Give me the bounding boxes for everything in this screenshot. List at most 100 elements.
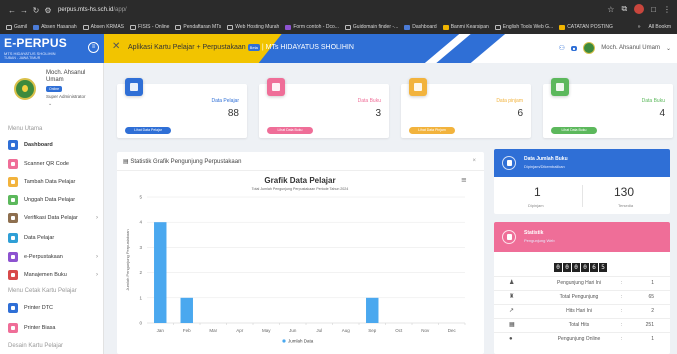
bar-feb: [180, 297, 193, 323]
y-tick-label: 5: [139, 195, 142, 200]
sidebar-item-dashboard[interactable]: Dashboard: [8, 139, 100, 151]
window-icon[interactable]: □: [651, 5, 656, 14]
bookmark-star-icon[interactable]: ☆: [607, 5, 614, 14]
bookmark-item[interactable]: FISIS - Online: [130, 24, 169, 30]
stat-card-data-buku: Data Buku 3 Lihat Data Buku: [259, 78, 389, 138]
bookmark-icon: [6, 24, 12, 30]
stat-card-data-buku-2: Data Buku 4 Lihat Data Buku: [543, 78, 673, 138]
sidebar-item-verifikasi-data-pelajar[interactable]: Verifikasi Data Pelajar ›: [8, 212, 100, 224]
sidebar-item-label: Scanner QR Code: [24, 161, 69, 167]
bookmark-item[interactable]: Dashboard: [404, 24, 437, 30]
sidebar-item-unggah-data-pelajar[interactable]: Unggah Data Pelajar: [8, 194, 100, 206]
dipinjam-value: 1: [534, 185, 541, 199]
close-icon[interactable]: ✕: [112, 41, 120, 52]
chevron-down-icon[interactable]: ⌄: [48, 101, 52, 107]
x-tick-label: Oct: [395, 328, 403, 333]
stat-row-label: Total Hits: [568, 321, 590, 328]
sidebar-item-e-perpustakaan[interactable]: e-Perpustakaan ›: [8, 251, 100, 263]
url-host: perpus.mts-hs.sch.id: [58, 7, 114, 13]
sidebar-item-label: Verifikasi Data Pelajar: [24, 215, 78, 221]
stat-row-colon: :: [621, 335, 623, 342]
visitor-stat-title: Statistik: [524, 230, 544, 236]
sidebar-item-label: Printer Biasa: [24, 325, 56, 331]
stat-card-value: 88: [227, 108, 239, 119]
bar-sep: [366, 297, 379, 323]
reload-icon[interactable]: ↻: [30, 6, 42, 15]
profile-icon[interactable]: [634, 4, 645, 14]
visitor-stat-panel: Statistik Pengunjung Web 000065 ♟ Pengunj…: [494, 222, 670, 354]
user-name: Moch. Ahsanul Umam: [46, 70, 86, 83]
sidebar-item-data-pelajar[interactable]: Data Pelajar: [8, 232, 100, 244]
counter-digit: 0: [572, 263, 580, 272]
bookmark-item[interactable]: English Tools Web G...: [494, 24, 553, 30]
sidebar-item-printer-biasa[interactable]: Printer Biasa: [8, 322, 100, 334]
bookmark-item[interactable]: Web Hosting Murah: [227, 24, 279, 30]
chart-title: Grafik Data Pelajar: [264, 176, 335, 185]
back-icon[interactable]: ←: [6, 6, 18, 15]
header-user-name[interactable]: Moch. Ahsanul Umam: [601, 45, 660, 51]
bookmark-item[interactable]: Form contoh - Dco...: [285, 24, 339, 30]
bookmark-item[interactable]: Pendaftaran MTs: [175, 24, 221, 30]
stat-row-colon: :: [621, 307, 623, 314]
address-row: ← → ↻ ⚙ perpus.mts-hs.sch.id/app/: [0, 0, 677, 20]
forward-icon[interactable]: →: [18, 6, 30, 15]
x-tick-label: Jun: [289, 328, 297, 333]
bookmark-icon: [175, 24, 182, 30]
buku-panel-subtitle: Dipinjam/Dikembalikan: [524, 164, 565, 169]
stat-row-value: 1: [651, 279, 654, 286]
bookmark-item[interactable]: Absen Hasanah: [33, 24, 77, 30]
stat-card-button[interactable]: Lihat Data Pelajar: [125, 127, 171, 134]
site-info-icon[interactable]: ⚙: [42, 6, 54, 15]
brand-logo[interactable]: E-PERPUS: [4, 36, 67, 50]
unggah-data-pelajar-icon: [8, 195, 18, 205]
all-bookmarks[interactable]: All Bookm: [648, 24, 671, 30]
bookmark-item[interactable]: Guidomain finder -...: [344, 24, 398, 30]
user-icon[interactable]: ⚇: [559, 44, 565, 52]
y-tick-label: 2: [139, 270, 142, 275]
y-tick-label: 0: [139, 321, 142, 326]
chart-panel: ▤ Statistik Grafik Pengunjung Perpustaka…: [117, 152, 484, 354]
sidebar-item-tambah-data-pelajar[interactable]: Tambah Data Pelajar: [8, 176, 100, 188]
y-tick-label: 3: [139, 245, 142, 250]
stat-circle-icon: [502, 230, 516, 244]
chart-collapse-icon[interactable]: ×: [472, 158, 476, 164]
stat-card-button[interactable]: Lihat Data Buku: [551, 127, 597, 134]
stat-card-label: Data pinjam: [496, 98, 523, 104]
stat-row-icon: ♜: [509, 294, 515, 300]
status-badge: Online: [46, 86, 63, 92]
header-avatar[interactable]: [583, 42, 596, 54]
stat-card-button[interactable]: Lihat Data Buku: [267, 127, 313, 134]
sidebar-item-scanner-qr-code[interactable]: Scanner QR Code: [8, 158, 100, 170]
sidebar-item-manajemen-buku[interactable]: Manajemen Buku ›: [8, 269, 100, 281]
stat-row: ● Pengunjung Online: 1: [494, 332, 670, 344]
legend-label: Jumlah Data: [288, 339, 314, 344]
sidebar-item-printer-dtc[interactable]: Printer DTC: [8, 302, 100, 314]
chevron-down-icon[interactable]: ⌄: [666, 45, 671, 52]
menu-heading-design: Desain Kartu Pelajar: [8, 343, 64, 349]
notification-icon[interactable]: ■: [570, 45, 578, 51]
address-bar[interactable]: perpus.mts-hs.sch.id/app/: [58, 7, 127, 13]
bookmark-item[interactable]: Absen KRMAS: [82, 24, 124, 30]
browser-actions: ☆ ⧉ □ ⋮: [607, 4, 671, 14]
bookmark-item[interactable]: Gamil: [6, 24, 27, 30]
stat-row-icon: ♟: [509, 280, 515, 286]
bookmark-item[interactable]: CATATAN POSTING: [559, 24, 613, 30]
tersedia-caption: Tersedia: [618, 203, 634, 208]
bookmark-icon: [227, 24, 234, 30]
bookmark-item[interactable]: Banmi Kearsipan: [442, 24, 489, 30]
sidebar-toggle-icon[interactable]: ≡: [88, 42, 99, 53]
stat-card-button[interactable]: Lihat Data Pinjam: [409, 127, 455, 134]
chart-panel-title: Statistik Grafik Pengunjung Perpustakaan: [130, 159, 242, 165]
menu-icon[interactable]: ⋮: [663, 5, 671, 14]
x-tick-label: Jan: [157, 328, 165, 333]
stat-row: ♟ Pengunjung Hari Ini: 1: [494, 276, 670, 288]
brand: E-PERPUS MTS HIDAYATUS SHOLIHIN TUBAN - …: [0, 34, 104, 63]
data-pelajar-icon: [8, 233, 18, 243]
stat-card-icon: [409, 78, 427, 96]
stat-row-colon: :: [621, 321, 623, 328]
stat-card-label: Data Pelajar: [211, 98, 239, 104]
printer-biasa-icon: [8, 323, 18, 333]
sidebar-item-label: Dashboard: [24, 142, 53, 148]
extensions-icon[interactable]: ⧉: [621, 4, 627, 14]
bookmarks-overflow-icon[interactable]: »: [638, 24, 641, 30]
